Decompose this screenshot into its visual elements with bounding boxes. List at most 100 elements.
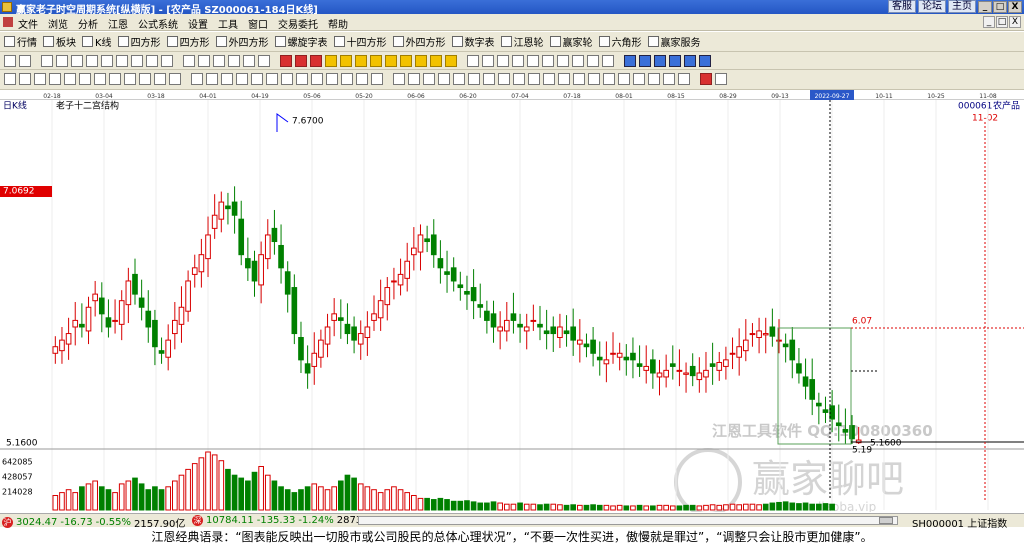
- draw-tool-28-icon[interactable]: [400, 55, 412, 67]
- indicator-tool-14-icon[interactable]: [206, 73, 218, 85]
- menu-trade[interactable]: 交易委托: [278, 16, 318, 31]
- menu-tools[interactable]: 工具: [218, 16, 238, 31]
- draw-tool-34-icon[interactable]: [482, 55, 494, 67]
- draw-tool-13-icon[interactable]: [183, 55, 195, 67]
- menu-help[interactable]: 帮助: [328, 16, 348, 31]
- indicator-tool-8-icon[interactable]: [124, 73, 136, 85]
- draw-tool-18-icon[interactable]: [258, 55, 270, 67]
- indicator-tool-44-icon[interactable]: [648, 73, 660, 85]
- indicator-tool-45-icon[interactable]: [663, 73, 675, 85]
- link-support[interactable]: 客服: [888, 0, 916, 13]
- tb-service-button[interactable]: 赢家服务: [647, 34, 701, 49]
- draw-tool-10-icon[interactable]: [146, 55, 158, 67]
- menu-settings[interactable]: 设置: [188, 16, 208, 31]
- tb-number-table-button[interactable]: 数字表: [451, 34, 495, 49]
- indicator-tool-23-icon[interactable]: [341, 73, 353, 85]
- indicator-tool-48-icon[interactable]: [700, 73, 712, 85]
- draw-tool-48-icon[interactable]: [684, 55, 696, 67]
- indicator-tool-43-icon[interactable]: [633, 73, 645, 85]
- link-home[interactable]: 主页: [948, 0, 976, 13]
- draw-tool-40-icon[interactable]: [572, 55, 584, 67]
- child-close-button[interactable]: X: [1009, 16, 1021, 28]
- tb-gann-wheel-button[interactable]: 江恩轮: [500, 34, 544, 49]
- draw-tool-20-icon[interactable]: [280, 55, 292, 67]
- draw-tool-46-icon[interactable]: [654, 55, 666, 67]
- tb-square-button[interactable]: 四方形: [117, 34, 161, 49]
- indicator-tool-9-icon[interactable]: [139, 73, 151, 85]
- minimize-button[interactable]: _: [978, 1, 992, 13]
- tb-outer-square2-button[interactable]: 外四方形: [392, 34, 446, 49]
- draw-tool-49-icon[interactable]: [699, 55, 711, 67]
- draw-tool-39-icon[interactable]: [557, 55, 569, 67]
- draw-tool-27-icon[interactable]: [385, 55, 397, 67]
- draw-tool-30-icon[interactable]: [430, 55, 442, 67]
- indicator-tool-24-icon[interactable]: [356, 73, 368, 85]
- draw-tool-33-icon[interactable]: [467, 55, 479, 67]
- draw-tool-16-icon[interactable]: [228, 55, 240, 67]
- scrollbar-thumb[interactable]: [879, 517, 893, 524]
- indicator-tool-35-icon[interactable]: [513, 73, 525, 85]
- indicator-tool-37-icon[interactable]: [543, 73, 555, 85]
- chart-scrollbar[interactable]: [358, 516, 898, 525]
- menu-browse[interactable]: 浏览: [48, 16, 68, 31]
- indicator-tool-2-icon[interactable]: [34, 73, 46, 85]
- menu-window[interactable]: 窗口: [248, 16, 268, 31]
- indicator-tool-6-icon[interactable]: [94, 73, 106, 85]
- draw-tool-14-icon[interactable]: [198, 55, 210, 67]
- child-restore-button[interactable]: □: [996, 16, 1008, 28]
- indicator-tool-33-icon[interactable]: [483, 73, 495, 85]
- tb-quote-button[interactable]: 行情: [4, 34, 37, 49]
- tb-sector-button[interactable]: 板块: [43, 34, 76, 49]
- indicator-tool-32-icon[interactable]: [468, 73, 480, 85]
- draw-tool-23-icon[interactable]: [325, 55, 337, 67]
- indicator-tool-5-icon[interactable]: [79, 73, 91, 85]
- draw-tool-36-icon[interactable]: [512, 55, 524, 67]
- draw-tool-45-icon[interactable]: [639, 55, 651, 67]
- child-minimize-button[interactable]: _: [983, 16, 995, 28]
- link-forum[interactable]: 论坛: [918, 0, 946, 13]
- draw-tool-8-icon[interactable]: [116, 55, 128, 67]
- indicator-tool-29-icon[interactable]: [423, 73, 435, 85]
- indicator-tool-13-icon[interactable]: [191, 73, 203, 85]
- indicator-tool-46-icon[interactable]: [678, 73, 690, 85]
- draw-tool-38-icon[interactable]: [542, 55, 554, 67]
- draw-tool-17-icon[interactable]: [243, 55, 255, 67]
- indicator-tool-27-icon[interactable]: [393, 73, 405, 85]
- draw-tool-29-icon[interactable]: [415, 55, 427, 67]
- indicator-tool-17-icon[interactable]: [251, 73, 263, 85]
- tb-fourteen-square-button[interactable]: 十四方形: [333, 34, 387, 49]
- indicator-tool-20-icon[interactable]: [296, 73, 308, 85]
- indicator-tool-41-icon[interactable]: [603, 73, 615, 85]
- menu-gann[interactable]: 江恩: [108, 16, 128, 31]
- indicator-tool-38-icon[interactable]: [558, 73, 570, 85]
- indicator-tool-28-icon[interactable]: [408, 73, 420, 85]
- menu-file[interactable]: 文件: [18, 16, 38, 31]
- draw-tool-6-icon[interactable]: [86, 55, 98, 67]
- indicator-tool-49-icon[interactable]: [715, 73, 727, 85]
- draw-tool-9-icon[interactable]: [131, 55, 143, 67]
- draw-tool-3-icon[interactable]: [41, 55, 53, 67]
- indicator-tool-11-icon[interactable]: [169, 73, 181, 85]
- indicator-tool-0-icon[interactable]: [4, 73, 16, 85]
- draw-tool-26-icon[interactable]: [370, 55, 382, 67]
- tb-outer-square-button[interactable]: 外四方形: [215, 34, 269, 49]
- tb-square2-button[interactable]: 四方形: [166, 34, 210, 49]
- draw-tool-31-icon[interactable]: [445, 55, 457, 67]
- maximize-button[interactable]: □: [993, 1, 1007, 13]
- indicator-tool-19-icon[interactable]: [281, 73, 293, 85]
- tb-kline-button[interactable]: K线: [82, 34, 112, 49]
- draw-tool-5-icon[interactable]: [71, 55, 83, 67]
- indicator-tool-15-icon[interactable]: [221, 73, 233, 85]
- indicator-tool-1-icon[interactable]: [19, 73, 31, 85]
- indicator-tool-34-icon[interactable]: [498, 73, 510, 85]
- close-button[interactable]: X: [1008, 1, 1022, 13]
- indicator-tool-18-icon[interactable]: [266, 73, 278, 85]
- draw-tool-21-icon[interactable]: [295, 55, 307, 67]
- indicator-tool-22-icon[interactable]: [326, 73, 338, 85]
- indicator-tool-30-icon[interactable]: [438, 73, 450, 85]
- draw-tool-1-icon[interactable]: [19, 55, 31, 67]
- index-sz-segment[interactable]: 深 10784.11 -135.33 -1.24% 2873.: [192, 515, 365, 526]
- draw-tool-15-icon[interactable]: [213, 55, 225, 67]
- indicator-tool-36-icon[interactable]: [528, 73, 540, 85]
- draw-tool-7-icon[interactable]: [101, 55, 113, 67]
